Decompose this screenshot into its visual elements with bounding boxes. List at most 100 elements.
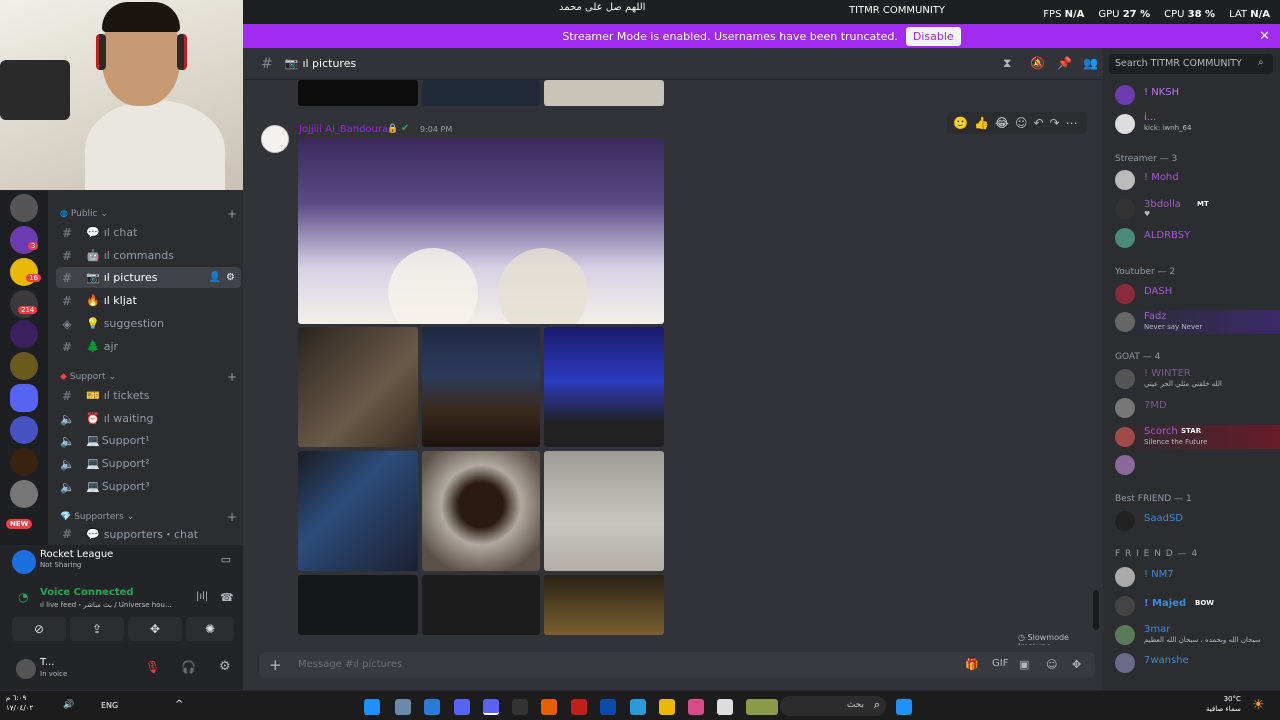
gif-icon[interactable]: GIF <box>992 658 1008 669</box>
start-button[interactable] <box>896 699 912 715</box>
taskbar-app-icon[interactable] <box>424 699 440 715</box>
pin-icon[interactable]: 📌 <box>1057 56 1072 70</box>
category-support[interactable]: ◆ Support ⌄ <box>60 372 116 382</box>
server-icon[interactable] <box>10 320 38 348</box>
attachment-image[interactable] <box>298 327 418 447</box>
member-item[interactable]: ! Majed BOW <box>1115 594 1275 618</box>
channel-kljat[interactable]: # 🔥 ıl kljat <box>56 290 241 311</box>
settings-icon[interactable]: ⚙ <box>226 272 235 283</box>
weather-widget[interactable]: 30°C سماء صافية <box>1206 694 1241 714</box>
attachment-image[interactable] <box>298 451 418 571</box>
activities-button[interactable]: ✥ <box>128 617 182 641</box>
server-icon[interactable] <box>10 194 38 222</box>
reply-icon[interactable]: ↶ <box>1033 116 1043 130</box>
member-item[interactable]: ! NKSH <box>1115 83 1275 107</box>
discord-icon[interactable] <box>483 699 499 715</box>
sticker-icon[interactable]: ▣ <box>1019 658 1029 671</box>
taskbar-app-icon[interactable] <box>454 699 470 715</box>
mute-icon[interactable]: 🎙 <box>145 660 160 674</box>
threads-icon[interactable]: ⧗ <box>1003 56 1011 71</box>
member-item[interactable]: ! Mohd <box>1115 168 1275 192</box>
folder-icon[interactable] <box>659 699 675 715</box>
add-channel-icon[interactable]: + <box>227 207 237 221</box>
taskbar-app-icon[interactable] <box>571 699 587 715</box>
member-item[interactable]: ! WINTER الله خلقني مثلي الحر عيني <box>1115 367 1275 391</box>
screen-share-icon[interactable]: ▭ <box>221 553 231 566</box>
channel-support-3[interactable]: 🔈 💻 Support³ <box>56 476 241 497</box>
voice-channel-detail[interactable]: ıl live feed・بث مباشر / Universe hou... <box>40 600 185 610</box>
taskbar-app-icon[interactable] <box>717 699 733 715</box>
close-icon[interactable]: ✕ <box>1259 29 1270 44</box>
taskbar-app-icon[interactable] <box>746 699 778 715</box>
member-item[interactable]: 7wanshe <box>1115 651 1275 675</box>
add-reaction-icon[interactable]: ☺ <box>1015 116 1028 130</box>
edge-icon[interactable] <box>630 699 646 715</box>
message-author[interactable]: Jojjiii Al_Bandoura <box>299 124 388 135</box>
firefox-icon[interactable] <box>541 699 557 715</box>
soundboard-button[interactable]: ✺ <box>186 617 234 641</box>
member-item[interactable]: ALDRBSY <box>1115 226 1275 250</box>
forward-icon[interactable]: ↷ <box>1050 116 1060 130</box>
search-box[interactable]: بحث ⌕ <box>780 696 886 716</box>
server-icon[interactable] <box>10 480 38 508</box>
thumbs-up-icon[interactable]: 👍 <box>974 116 989 130</box>
channel-supporters-chat[interactable]: # 💬 supporters・chat <box>56 525 241 543</box>
member-item[interactable]: ! NM7 <box>1115 565 1275 589</box>
message-composer[interactable]: + Message #ıl pictures 🎁 GIF ▣ ☺ ✥ <box>259 652 1095 678</box>
channel-chat[interactable]: # 💬 ıl chat <box>56 222 241 243</box>
camera-off-button[interactable]: ⊘ <box>12 617 66 641</box>
emoji-icon[interactable]: ☺ <box>1046 658 1057 671</box>
member-item[interactable] <box>1115 453 1275 477</box>
taskbar-app-icon[interactable] <box>688 699 704 715</box>
apps-icon[interactable]: ✥ <box>1072 658 1081 671</box>
noise-suppression-icon[interactable]: |ıl| <box>196 591 208 602</box>
more-icon[interactable]: ⋯ <box>1066 116 1078 130</box>
chevron-up-icon[interactable]: ^ <box>175 699 183 710</box>
avatar[interactable] <box>16 659 36 679</box>
attachment-image[interactable] <box>298 138 664 324</box>
member-item[interactable]: SaadSD <box>1115 509 1275 533</box>
invite-icon[interactable]: 👤 <box>209 272 221 283</box>
member-item[interactable]: i... kick: iwnh_64 <box>1115 112 1275 136</box>
screen-share-button[interactable]: ⇪ <box>70 617 124 641</box>
attachment-image[interactable] <box>422 451 540 571</box>
avatar[interactable] <box>261 125 289 153</box>
user-settings-icon[interactable]: ⚙ <box>219 659 231 674</box>
channel-pictures[interactable]: # 📷 ıl pictures ⚙ 👤 <box>56 267 241 288</box>
member-item[interactable]: 3mar سبحان الله وبحمده ، سبحان الله العظي… <box>1115 623 1275 647</box>
attachment-image[interactable] <box>298 575 418 635</box>
disconnect-icon[interactable]: ☎ <box>220 591 234 604</box>
attachment-image[interactable] <box>544 575 664 635</box>
server-icon[interactable] <box>10 416 38 444</box>
member-item[interactable]: 3bdolla MT ♥ <box>1115 197 1275 221</box>
channel-tickets[interactable]: # 🎫 ıl tickets <box>56 385 241 406</box>
language-indicator[interactable]: ENG <box>101 701 118 710</box>
reaction-emoji-icon[interactable]: 🙂 <box>953 116 968 130</box>
taskbar-app-icon[interactable] <box>600 699 616 715</box>
message-input-placeholder[interactable]: Message #ıl pictures <box>298 659 402 670</box>
attachment-image[interactable] <box>422 575 540 635</box>
attachment-image[interactable] <box>544 327 664 447</box>
member-item[interactable]: DASH <box>1115 282 1275 306</box>
channel-ajr[interactable]: # 🌲 ajr <box>56 336 241 357</box>
category-public[interactable]: ◍ Public ⌄ <box>60 209 108 219</box>
search-input[interactable]: Search TITMR COMMUNITY <box>1109 54 1273 74</box>
channel-waiting[interactable]: 🔈 ⏰ ıl waiting <box>56 408 241 429</box>
server-icon[interactable] <box>10 448 38 476</box>
taskbar-app-icon[interactable] <box>364 699 380 715</box>
channel-support-2[interactable]: 🔈 💻 Support² <box>56 453 241 474</box>
attachment-image[interactable] <box>544 451 664 571</box>
laugh-icon[interactable]: 😂 <box>995 116 1009 130</box>
attach-plus-icon[interactable]: + <box>269 656 282 674</box>
member-item[interactable]: 7MD <box>1115 396 1275 420</box>
notification-mute-icon[interactable]: 🔕 <box>1030 56 1045 70</box>
member-item[interactable]: Scorch STAR Silence the Future <box>1115 425 1280 449</box>
channel-support-1[interactable]: 🔈 💻 Support¹ <box>56 430 241 451</box>
add-channel-icon[interactable]: + <box>227 370 237 384</box>
gift-icon[interactable]: 🎁 <box>965 658 979 671</box>
volume-icon[interactable]: 🔊 <box>63 700 74 710</box>
category-supporters[interactable]: 💎 Supporters ⌄ <box>60 512 134 522</box>
channel-commands[interactable]: # 🤖 ıl commands <box>56 245 241 266</box>
server-icon[interactable] <box>10 352 38 380</box>
headphones-icon[interactable]: 🎧 <box>181 660 196 674</box>
